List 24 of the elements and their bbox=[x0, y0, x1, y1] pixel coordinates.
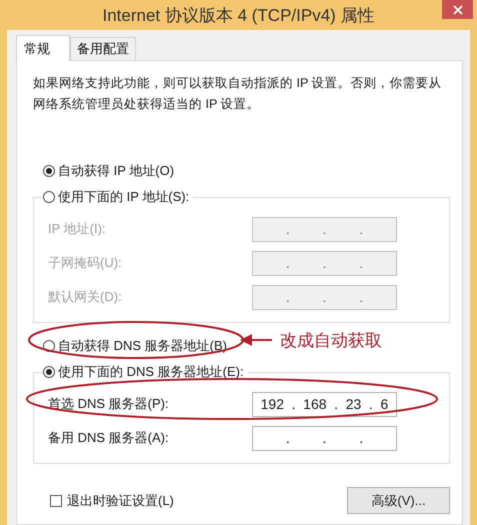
advanced-button[interactable]: 高级(V)... bbox=[347, 487, 450, 514]
field-label: 子网掩码(U): bbox=[48, 254, 123, 272]
tab[interactable]: 备用配置 bbox=[70, 37, 136, 60]
annotation-arrow bbox=[240, 334, 272, 346]
checkbox-option[interactable]: 退出时验证设置(L) bbox=[50, 492, 174, 510]
annotation-text: 改成自动获取 bbox=[280, 330, 382, 352]
close-icon bbox=[452, 4, 462, 14]
field-label: 备用 DNS 服务器(A): bbox=[48, 429, 170, 447]
radio-button[interactable] bbox=[43, 191, 55, 203]
radio-button[interactable] bbox=[43, 366, 55, 378]
radio-option[interactable]: 自动获得 DNS 服务器地址(B) bbox=[43, 337, 231, 355]
field-label: IP 地址(I): bbox=[48, 220, 107, 238]
radio-option[interactable]: 使用下面的 IP 地址(S): bbox=[43, 188, 194, 206]
radio-button[interactable] bbox=[43, 165, 55, 177]
ip-address-field[interactable]: 192 . 168 . 23 . 6 bbox=[252, 392, 397, 416]
ip-address-field[interactable]: . . . bbox=[252, 426, 397, 450]
radio-option[interactable]: 使用下面的 DNS 服务器地址(E): bbox=[43, 363, 248, 381]
description-text: 如果网络支持此功能，则可以获取自动指派的 IP 设置。否则，你需要从网络系统管理员处获得适当的 IP 设置。 bbox=[33, 75, 443, 113]
close-button[interactable] bbox=[442, 0, 473, 19]
checkbox[interactable] bbox=[50, 494, 62, 506]
field-label: 默认网关(D): bbox=[48, 288, 123, 306]
window-title: Internet 协议版本 4 (TCP/IPv4) 属性 bbox=[102, 4, 375, 26]
radio-option[interactable]: 自动获得 IP 地址(O) bbox=[43, 162, 178, 180]
tab[interactable]: 常规 bbox=[16, 35, 70, 61]
